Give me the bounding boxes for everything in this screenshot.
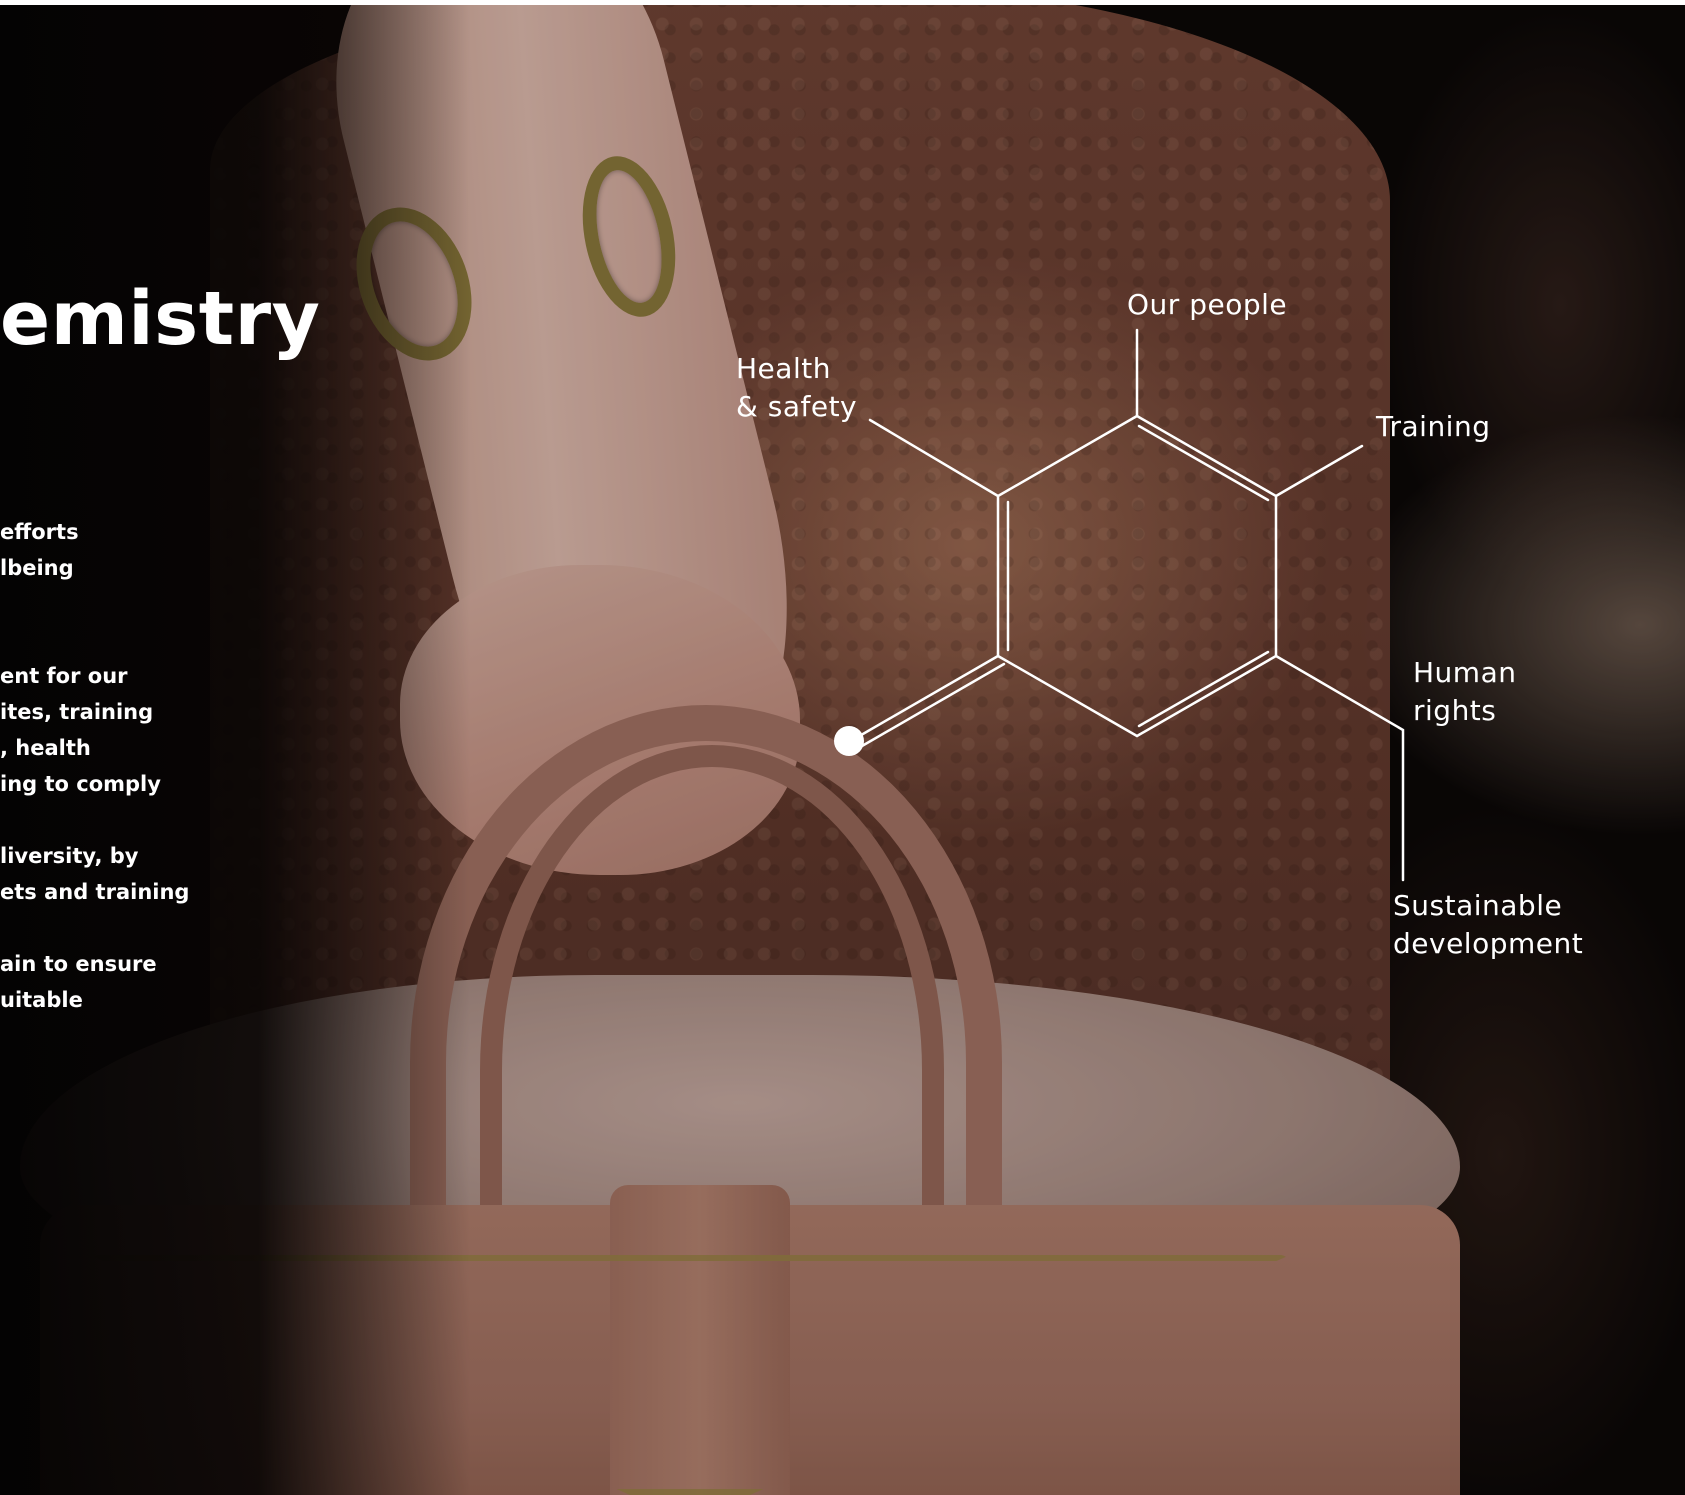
connector-training — [1274, 444, 1364, 498]
connector-health-safety — [868, 418, 1000, 498]
label-line: development — [1393, 927, 1584, 960]
diagram-label-sustainable-development: Sustainable development — [1393, 887, 1583, 963]
connector-dot — [834, 726, 864, 756]
label-line: Sustainable — [1393, 889, 1563, 922]
diagram-label-training: Training — [1376, 410, 1491, 443]
label-line: & safety — [736, 390, 858, 423]
hexagon-molecule-diagram — [834, 328, 1405, 882]
diagram-label-human-rights: Human rights — [1413, 654, 1516, 730]
label-line: Human — [1413, 656, 1517, 689]
diagram-label-health-safety: Health & safety — [736, 350, 857, 426]
double-bond — [1137, 650, 1270, 728]
connector-human-rights — [1274, 654, 1405, 882]
hexagon-ring — [996, 414, 1278, 738]
diagram-label-our-people: Our people — [1127, 288, 1288, 321]
double-bond — [1137, 424, 1270, 502]
connector-bond-a — [854, 654, 1000, 740]
label-line: rights — [1413, 694, 1497, 727]
label-line: Health — [736, 352, 831, 385]
connector-bond-b — [860, 662, 1006, 748]
